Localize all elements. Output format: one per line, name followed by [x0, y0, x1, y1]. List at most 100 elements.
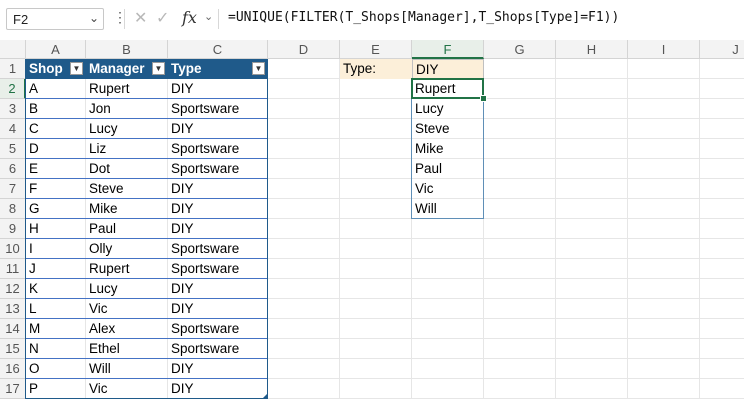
column-header-D[interactable]: D [268, 40, 340, 59]
column-header-H[interactable]: H [556, 40, 628, 59]
table-cell[interactable]: A [26, 79, 86, 99]
table-cell[interactable]: Mike [86, 199, 168, 219]
table-cell[interactable]: DIY [168, 379, 268, 399]
table-cell[interactable]: I [26, 239, 86, 259]
spill-result[interactable]: Lucy [412, 99, 484, 119]
row-header-6[interactable]: 6 [0, 159, 26, 179]
table-cell[interactable]: DIY [168, 299, 268, 319]
table-cell[interactable]: Dot [86, 159, 168, 179]
row-header-17[interactable]: 17 [0, 379, 26, 399]
column-header-B[interactable]: B [86, 40, 168, 59]
table-cell[interactable]: Sportsware [168, 319, 268, 339]
column-header-A[interactable]: A [26, 40, 86, 59]
table-cell[interactable]: O [26, 359, 86, 379]
table-cell[interactable]: E [26, 159, 86, 179]
table-cell[interactable]: Vic [86, 299, 168, 319]
table-cell[interactable]: Sportsware [168, 139, 268, 159]
row-header-16[interactable]: 16 [0, 359, 26, 379]
row-header-2[interactable]: 2 [0, 79, 26, 99]
table-cell[interactable]: B [26, 99, 86, 119]
row-header-12[interactable]: 12 [0, 279, 26, 299]
row-header-11[interactable]: 11 [0, 259, 26, 279]
table-cell[interactable]: Liz [86, 139, 168, 159]
table-cell[interactable]: DIY [168, 359, 268, 379]
column-header-C[interactable]: C [168, 40, 268, 59]
row-header-3[interactable]: 3 [0, 99, 26, 119]
table-cell[interactable]: DIY [168, 119, 268, 139]
name-box[interactable]: F2 ⌄ [6, 8, 104, 30]
row-header-10[interactable]: 10 [0, 239, 26, 259]
table-cell[interactable]: H [26, 219, 86, 239]
table-cell[interactable]: P [26, 379, 86, 399]
table-cell[interactable]: Jon [86, 99, 168, 119]
insert-function-icon[interactable]: fx [182, 8, 197, 27]
enter-icon[interactable]: ✓ [156, 8, 169, 28]
table-cell[interactable]: Sportsware [168, 239, 268, 259]
criteria-value[interactable]: DIY [412, 59, 484, 79]
column-header-G[interactable]: G [484, 40, 556, 59]
row-header-13[interactable]: 13 [0, 299, 26, 319]
table-cell[interactable]: DIY [168, 79, 268, 99]
table-cell[interactable]: Paul [86, 219, 168, 239]
row-header-5[interactable]: 5 [0, 139, 26, 159]
table-cell[interactable]: F [26, 179, 86, 199]
filter-dropdown-icon[interactable]: ▼ [252, 62, 265, 75]
table-cell[interactable]: Sportsware [168, 339, 268, 359]
column-header-F[interactable]: F [412, 40, 484, 59]
fill-handle[interactable] [480, 95, 487, 102]
spill-result[interactable]: Steve [412, 119, 484, 139]
table-cell[interactable]: Rupert [86, 259, 168, 279]
row-header-4[interactable]: 4 [0, 119, 26, 139]
table-cell[interactable]: Sportsware [168, 259, 268, 279]
table-cell[interactable]: DIY [168, 199, 268, 219]
table-cell[interactable]: Vic [86, 379, 168, 399]
table-cell[interactable]: Alex [86, 319, 168, 339]
column-header-I[interactable]: I [628, 40, 700, 59]
row-header-1[interactable]: 1 [0, 59, 26, 79]
spill-result[interactable]: Mike [412, 139, 484, 159]
table-cell[interactable]: Steve [86, 179, 168, 199]
gridline [555, 59, 556, 399]
row-header-14[interactable]: 14 [0, 319, 26, 339]
spill-result[interactable]: Vic [412, 179, 484, 199]
table-cell[interactable]: DIY [168, 219, 268, 239]
cancel-icon[interactable]: ✕ [134, 8, 147, 28]
spill-result[interactable]: Rupert [412, 79, 484, 99]
filter-dropdown-icon[interactable]: ▼ [152, 62, 165, 75]
table-cell[interactable]: Will [86, 359, 168, 379]
table-cell[interactable]: DIY [168, 179, 268, 199]
chevron-down-icon[interactable]: ⌄ [89, 11, 99, 25]
gridline [627, 59, 628, 399]
criteria-label[interactable]: Type: [340, 59, 412, 79]
row-header-9[interactable]: 9 [0, 219, 26, 239]
table-cell[interactable]: C [26, 119, 86, 139]
spill-result[interactable]: Paul [412, 159, 484, 179]
table-cell[interactable]: K [26, 279, 86, 299]
row-header-7[interactable]: 7 [0, 179, 26, 199]
column-header-E[interactable]: E [340, 40, 412, 59]
select-all-corner[interactable] [0, 40, 26, 59]
table-cell[interactable]: M [26, 319, 86, 339]
table-cell[interactable]: Lucy [86, 119, 168, 139]
table-cell[interactable]: Sportsware [168, 159, 268, 179]
table-cell[interactable]: Rupert [86, 79, 168, 99]
table-cell[interactable]: N [26, 339, 86, 359]
column-header-J[interactable]: J [700, 40, 744, 59]
table-cell[interactable]: Sportsware [168, 99, 268, 119]
divider [218, 9, 219, 29]
chevron-down-icon[interactable]: ⌄ [204, 10, 213, 23]
table-cell[interactable]: L [26, 299, 86, 319]
table-cell[interactable]: DIY [168, 279, 268, 299]
table-cell[interactable]: G [26, 199, 86, 219]
row-header-15[interactable]: 15 [0, 339, 26, 359]
formula-input[interactable]: =UNIQUE(FILTER(T_Shops[Manager],T_Shops[… [228, 10, 619, 25]
spill-result[interactable]: Will [412, 199, 484, 219]
row-header-8[interactable]: 8 [0, 199, 26, 219]
table-resize-handle[interactable] [263, 394, 267, 398]
table-cell[interactable]: D [26, 139, 86, 159]
table-cell[interactable]: Lucy [86, 279, 168, 299]
table-cell[interactable]: Olly [86, 239, 168, 259]
filter-dropdown-icon[interactable]: ▼ [70, 62, 83, 75]
table-cell[interactable]: J [26, 259, 86, 279]
table-cell[interactable]: Ethel [86, 339, 168, 359]
